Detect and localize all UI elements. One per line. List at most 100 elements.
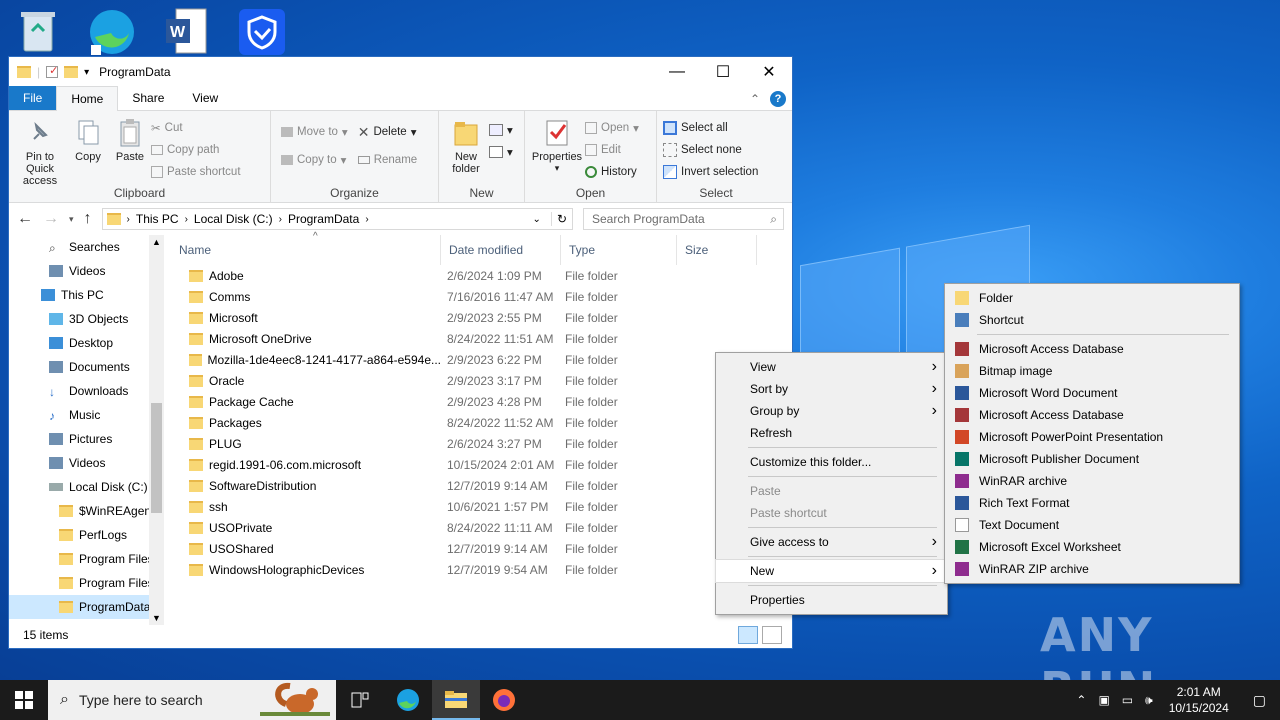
new-submenu-item[interactable]: Bitmap image <box>945 360 1239 382</box>
new-submenu-item[interactable]: Text Document <box>945 514 1239 536</box>
context-menu-item[interactable]: New › <box>715 559 948 583</box>
new-item-button[interactable]: ▾ <box>489 119 513 141</box>
new-submenu-item[interactable]: Microsoft Word Document <box>945 382 1239 404</box>
context-menu-item[interactable]: Sort by › <box>716 378 947 400</box>
column-date-modified[interactable]: Date modified <box>441 235 561 265</box>
nav-item[interactable]: ♪ Music <box>9 403 164 427</box>
table-row[interactable]: Adobe 2/6/2024 1:09 PM File folder <box>171 265 791 286</box>
nav-scroll-thumb[interactable] <box>151 403 162 513</box>
network-icon[interactable]: ▭ <box>1116 693 1139 707</box>
table-row[interactable]: Mozilla-1de4eec8-1241-4177-a864-e594e...… <box>171 349 791 370</box>
context-menu-item[interactable]: View › <box>716 356 947 378</box>
file-explorer-window[interactable]: | ✓ ▾ ProgramData — ☐ ✕ File Home Share … <box>8 56 793 649</box>
chevron-up-icon[interactable]: ⌃ <box>1070 693 1092 707</box>
address-bar[interactable]: › This PC › Local Disk (C:) › ProgramDat… <box>101 208 573 230</box>
new-submenu-item[interactable]: Folder <box>945 287 1239 309</box>
breadcrumb-this-pc[interactable]: This PC <box>136 212 179 226</box>
volume-icon[interactable]: 🕪 <box>1139 693 1159 708</box>
new-submenu-item[interactable]: Microsoft Publisher Document <box>945 448 1239 470</box>
nav-item[interactable]: Program Files <box>9 547 164 571</box>
paste-button[interactable]: Paste <box>109 115 151 187</box>
edit-button[interactable]: Edit <box>585 139 639 161</box>
table-row[interactable]: Packages 8/24/2022 11:52 AM File folder <box>171 412 791 433</box>
pin-quick-access-button[interactable]: Pin to Quick access <box>13 115 67 187</box>
nav-item[interactable]: Desktop <box>9 331 164 355</box>
breadcrumb-local-disk[interactable]: Local Disk (C:) <box>194 212 273 226</box>
context-menu-item[interactable]: Group by › <box>716 400 947 422</box>
title-bar[interactable]: | ✓ ▾ ProgramData — ☐ ✕ <box>9 57 792 87</box>
nav-item[interactable]: PerfLogs <box>9 523 164 547</box>
forward-arrow-icon[interactable]: → <box>43 210 59 228</box>
refresh-icon[interactable]: ↻ <box>550 212 572 226</box>
recycle-bin-icon[interactable] <box>10 4 66 60</box>
context-menu[interactable]: View › Sort by › Group by › Refresh Customize t… <box>715 352 948 615</box>
paste-shortcut-button[interactable]: Paste shortcut <box>151 161 241 183</box>
taskbar-search-input[interactable]: Type here to search <box>79 692 203 708</box>
context-menu-item[interactable]: Properties <box>716 589 947 611</box>
nav-item[interactable]: Local Disk (C:) <box>9 475 164 499</box>
move-to-button[interactable]: Move to ▾ <box>281 121 348 143</box>
nav-item[interactable]: ProgramData <box>9 595 164 619</box>
open-button[interactable]: Open ▾ <box>585 117 639 139</box>
nav-item[interactable]: $WinREAgent <box>9 499 164 523</box>
table-row[interactable]: Microsoft OneDrive 8/24/2022 11:51 AM File… <box>171 328 791 349</box>
nav-item[interactable]: ⌕ Searches <box>9 235 164 259</box>
notifications-icon[interactable]: ▢ <box>1239 692 1280 709</box>
context-menu-item[interactable]: Paste shortcut <box>716 502 947 524</box>
copy-path-button[interactable]: Copy path <box>151 139 241 161</box>
column-type[interactable]: Type <box>561 235 677 265</box>
details-view-icon[interactable] <box>738 626 758 644</box>
table-row[interactable]: USOShared 12/7/2019 9:14 AM File folder <box>171 538 791 559</box>
table-row[interactable]: Microsoft 2/9/2023 2:55 PM File folder <box>171 307 791 328</box>
table-row[interactable]: Package Cache 2/9/2023 4:28 PM File folder <box>171 391 791 412</box>
nav-item[interactable]: Videos <box>9 451 164 475</box>
search-input[interactable]: Search ProgramData <box>592 212 705 226</box>
table-row[interactable]: Comms 7/16/2016 11:47 AM File folder <box>171 286 791 307</box>
close-button[interactable]: ✕ <box>746 57 792 87</box>
context-menu-item[interactable]: Refresh <box>716 422 947 444</box>
tab-file[interactable]: File <box>9 86 57 110</box>
tab-share[interactable]: Share <box>118 86 178 110</box>
table-row[interactable]: USOPrivate 8/24/2022 11:11 AM File folder <box>171 517 791 538</box>
new-submenu-item[interactable]: WinRAR ZIP archive <box>945 558 1239 580</box>
cut-button[interactable]: ✂ Cut <box>151 117 241 139</box>
device-icon[interactable]: ▣ <box>1092 693 1115 707</box>
context-menu-item[interactable]: Customize this folder... <box>716 451 947 473</box>
address-dropdown-icon[interactable]: ⌄ <box>533 214 545 225</box>
clock[interactable]: 2:01 AM 10/15/2024 <box>1159 684 1239 716</box>
ribbon-collapse-icon[interactable]: ⌃ <box>750 92 760 106</box>
invert-selection-button[interactable]: Invert selection <box>663 161 771 183</box>
rename-button[interactable]: Rename <box>357 149 417 171</box>
edge-taskbar-button[interactable] <box>384 680 432 720</box>
copy-to-button[interactable]: Copy to ▾ <box>281 149 348 171</box>
table-row[interactable]: Oracle 2/9/2023 3:17 PM File folder <box>171 370 791 391</box>
context-menu-item[interactable]: Paste <box>716 480 947 502</box>
recent-locations-icon[interactable]: ▾ <box>69 214 74 225</box>
copy-button[interactable]: Copy <box>67 115 109 187</box>
nav-item[interactable]: This PC <box>9 283 164 307</box>
tab-view[interactable]: View <box>178 86 232 110</box>
new-submenu[interactable]: Folder Shortcut Microsoft Access Database B… <box>944 283 1240 584</box>
column-name[interactable]: Name <box>171 235 441 265</box>
search-box[interactable]: Search ProgramData ⌕ <box>583 208 784 230</box>
back-arrow-icon[interactable]: ← <box>17 210 33 228</box>
table-row[interactable]: regid.1991-06.com.microsoft 10/15/2024 2:… <box>171 454 791 475</box>
chevron-down-icon[interactable]: ▾ <box>84 67 89 78</box>
history-button[interactable]: History <box>585 161 639 183</box>
select-none-button[interactable]: Select none <box>663 139 771 161</box>
navigation-pane[interactable]: ⌕ Searches Videos This PC 3D Objects Desktop D… <box>9 235 164 625</box>
table-row[interactable]: PLUG 2/6/2024 3:27 PM File folder <box>171 433 791 454</box>
easy-access-button[interactable]: ▾ <box>489 141 513 163</box>
properties-button[interactable]: Properties ▾ <box>529 115 585 183</box>
nav-item[interactable]: Program Files <box>9 571 164 595</box>
nav-item[interactable]: Pictures <box>9 427 164 451</box>
select-all-button[interactable]: Select all <box>663 117 771 139</box>
nav-item[interactable]: ↓ Downloads <box>9 379 164 403</box>
delete-button[interactable]: ✕ Delete ▾ <box>358 121 417 143</box>
help-button[interactable]: ? <box>770 91 786 107</box>
new-folder-quick-icon[interactable] <box>64 66 79 78</box>
start-button[interactable] <box>0 680 48 720</box>
edge-desktop-icon[interactable] <box>84 4 140 60</box>
shield-app-icon[interactable] <box>234 4 290 60</box>
new-submenu-item[interactable]: Microsoft Excel Worksheet <box>945 536 1239 558</box>
